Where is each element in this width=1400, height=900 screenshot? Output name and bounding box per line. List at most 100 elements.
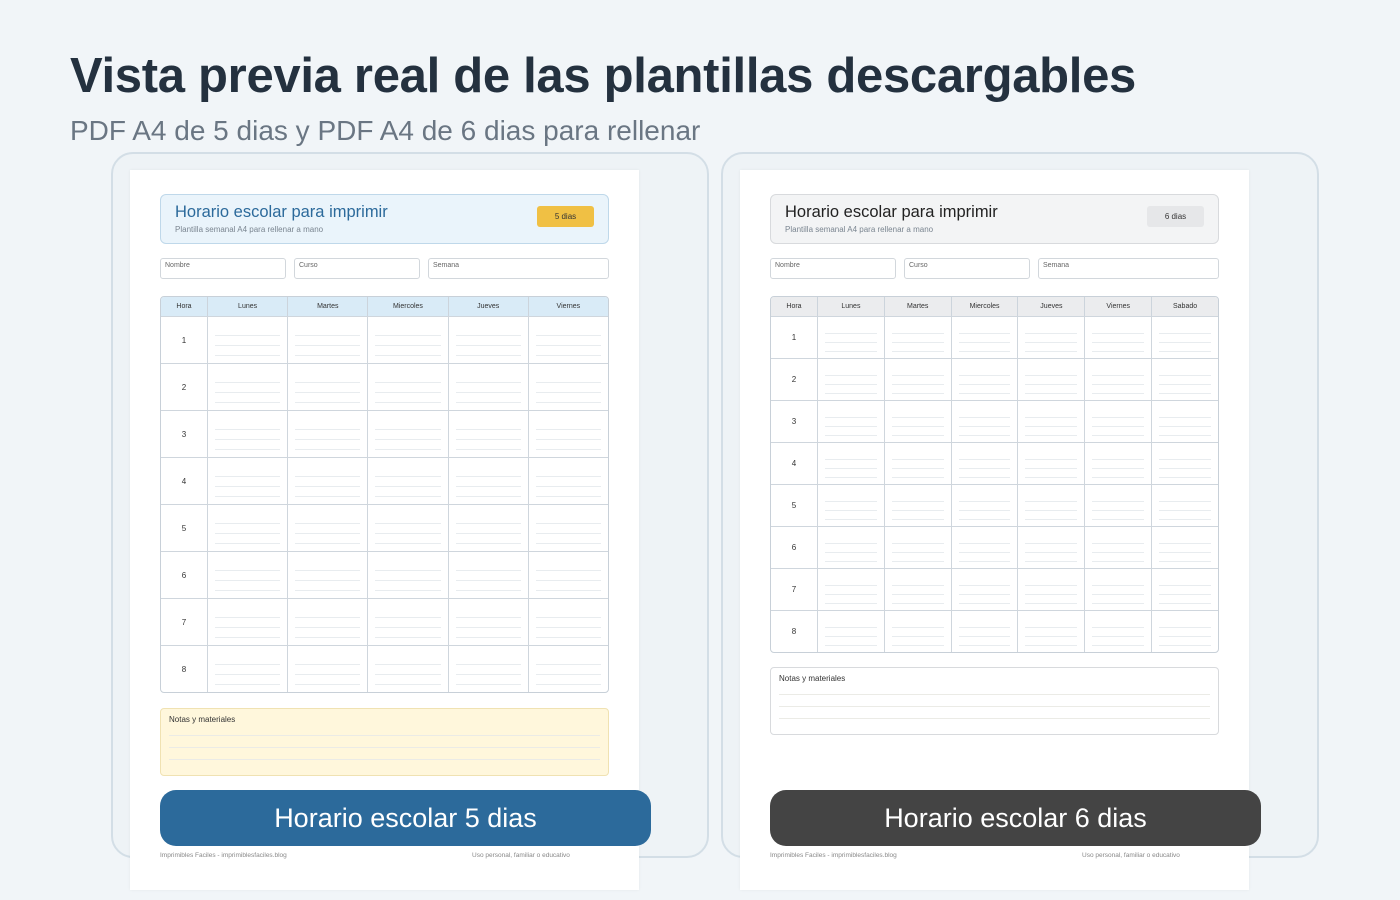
notes-label: Notas y materiales [779, 674, 846, 683]
schedule-cell [527, 599, 608, 645]
schedule-cell [367, 599, 447, 645]
schedule-cell [1151, 359, 1218, 400]
schedule-cell [527, 646, 608, 692]
sheet-footer-right: Uso personal, familiar o educativo [472, 852, 570, 859]
hour-label: 2 [181, 383, 187, 392]
table-row: 3 [771, 400, 1218, 442]
schedule-cell [950, 485, 1018, 526]
schedule-cell [1084, 401, 1151, 442]
schedule-cell [287, 646, 367, 692]
schedule-cell [883, 443, 951, 484]
schedule-cell [1151, 401, 1218, 442]
field-semana: Semana [1038, 258, 1219, 279]
column-header-day: Miercoles [367, 297, 447, 316]
sheet-subtitle: Plantilla semanal A4 para rellenar a man… [785, 225, 934, 234]
schedule-cell [1084, 443, 1151, 484]
table-row: 2 [771, 358, 1218, 400]
schedule-cell [447, 317, 528, 363]
column-header-hora: Hora [786, 303, 802, 310]
hour-label: 6 [181, 571, 187, 580]
schedule-cell [817, 569, 884, 610]
hour-label: 1 [181, 336, 187, 345]
schedule-cell [447, 552, 528, 598]
schedule-cell [817, 359, 884, 400]
schedule-cell [1084, 569, 1151, 610]
schedule-cell [1084, 527, 1151, 568]
schedule-cell [367, 646, 447, 692]
schedule-cell [287, 552, 367, 598]
schedule-cell [883, 359, 951, 400]
schedule-cell [287, 411, 367, 457]
schedule-cell [1151, 485, 1218, 526]
schedule-cell [883, 569, 951, 610]
schedule-cell [527, 364, 608, 410]
template-sheet-5-days: Horario escolar para imprimir Plantilla … [130, 170, 639, 890]
field-nombre: Nombre [770, 258, 896, 279]
schedule-cell [883, 611, 951, 652]
schedule-cell [447, 646, 528, 692]
table-row: 7 [161, 598, 608, 645]
days-badge: 5 dias [537, 206, 594, 227]
schedule-cell [1017, 443, 1084, 484]
column-header-day: Martes [287, 297, 367, 316]
schedule-cell [1084, 485, 1151, 526]
schedule-cell [207, 458, 287, 504]
hour-label: 8 [181, 665, 187, 674]
schedule-cell [1151, 569, 1218, 610]
hour-label: 3 [181, 430, 187, 439]
download-6-days-button[interactable]: Horario escolar 6 dias [770, 790, 1261, 846]
table-row: 5 [771, 484, 1218, 526]
schedule-cell [207, 505, 287, 551]
field-nombre: Nombre [160, 258, 286, 279]
hour-label: 5 [181, 524, 187, 533]
table-row: 3 [161, 410, 608, 457]
column-header-day: Jueves [1017, 297, 1084, 316]
download-5-days-button[interactable]: Horario escolar 5 dias [160, 790, 651, 846]
field-curso: Curso [294, 258, 420, 279]
schedule-cell [447, 599, 528, 645]
column-header-day: Lunes [207, 297, 287, 316]
hour-label: 6 [791, 543, 797, 552]
schedule-cell [1151, 611, 1218, 652]
sheet-footer-left: Imprimibles Faciles - imprimiblesfaciles… [770, 852, 897, 859]
schedule-grid: Hora Lunes Martes Miercoles Jueves Viernes Sab… [770, 296, 1219, 653]
hour-label: 7 [791, 585, 797, 594]
schedule-cell [527, 505, 608, 551]
schedule-cell [1084, 611, 1151, 652]
schedule-cell [287, 599, 367, 645]
column-header-day: Miercoles [950, 297, 1018, 316]
schedule-cell [1151, 443, 1218, 484]
field-curso: Curso [904, 258, 1030, 279]
hour-label: 4 [791, 459, 797, 468]
schedule-cell [1017, 317, 1084, 358]
schedule-cell [207, 317, 287, 363]
grid-header-row: Hora Lunes Martes Miercoles Jueves Viernes [161, 297, 608, 316]
schedule-cell [950, 359, 1018, 400]
schedule-cell [207, 646, 287, 692]
template-sheet-6-days: Horario escolar para imprimir Plantilla … [740, 170, 1249, 890]
table-row: 4 [771, 442, 1218, 484]
notes-box: Notas y materiales [770, 667, 1219, 735]
schedule-cell [527, 458, 608, 504]
page-subtitle: PDF A4 de 5 dias y PDF A4 de 6 dias para… [70, 115, 701, 146]
schedule-cell [207, 364, 287, 410]
table-row: 7 [771, 568, 1218, 610]
table-row: 6 [161, 551, 608, 598]
schedule-cell [1084, 359, 1151, 400]
schedule-cell [950, 443, 1018, 484]
sheet-title: Horario escolar para imprimir [785, 203, 998, 221]
schedule-cell [367, 317, 447, 363]
column-header-day: Jueves [447, 297, 528, 316]
hour-label: 2 [791, 375, 797, 384]
field-semana: Semana [428, 258, 609, 279]
hour-label: 5 [791, 501, 797, 510]
column-header-day: Lunes [817, 297, 884, 316]
table-row: 4 [161, 457, 608, 504]
schedule-cell [1151, 527, 1218, 568]
schedule-cell [527, 552, 608, 598]
schedule-cell [1017, 569, 1084, 610]
schedule-cell [1084, 317, 1151, 358]
schedule-cell [447, 505, 528, 551]
schedule-cell [367, 505, 447, 551]
table-row: 5 [161, 504, 608, 551]
